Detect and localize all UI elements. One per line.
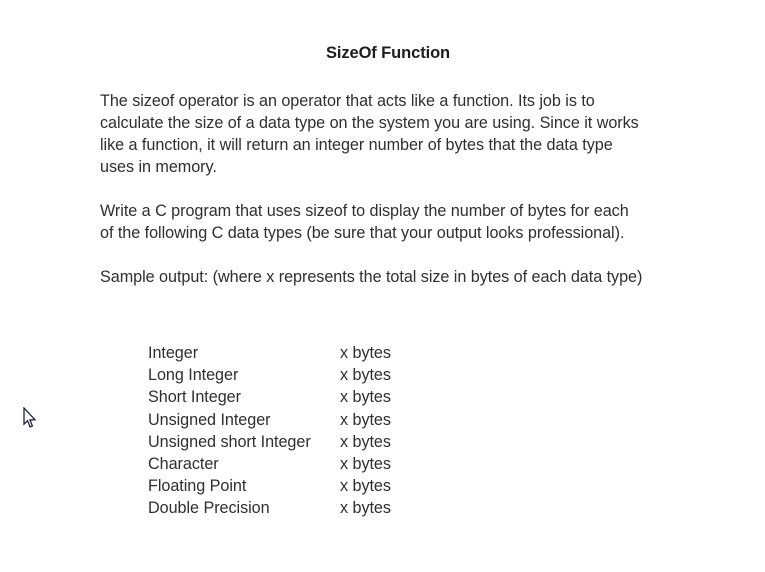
table-row: Integer x bytes <box>148 342 450 364</box>
table-row: Unsigned short Integer x bytes <box>148 431 450 453</box>
table-row: Unsigned Integer x bytes <box>148 409 450 431</box>
paragraph-line: like a function, it will return an integ… <box>100 136 613 154</box>
sample-output-table: Integer x bytes Long Integer x bytes Sho… <box>148 342 450 520</box>
data-type-size: x bytes <box>340 366 391 385</box>
mouse-pointer-icon <box>23 406 39 430</box>
data-type-label: Unsigned short Integer <box>148 432 311 451</box>
paragraph-line: uses in memory. <box>100 158 217 176</box>
data-type-size: x bytes <box>340 499 391 518</box>
page-title: SizeOf Function <box>325 44 451 62</box>
paragraph-sample-note: Sample output: (where x represents the t… <box>100 266 700 288</box>
paragraph-intro: The sizeof operator is an operator that … <box>100 90 700 178</box>
document-page: SizeOf Function The sizeof operator is a… <box>0 0 765 572</box>
data-type-size: x bytes <box>340 388 391 407</box>
table-row: Floating Point x bytes <box>148 475 450 497</box>
data-type-label: Floating Point <box>148 477 247 496</box>
data-type-label: Long Integer <box>148 366 239 385</box>
paragraph-line: Write a C program that uses sizeof to di… <box>100 202 629 220</box>
table-row: Double Precision x bytes <box>148 497 450 519</box>
paragraph-line: of the following C data types (be sure t… <box>100 224 625 242</box>
table-row: Character x bytes <box>148 453 450 475</box>
data-type-label: Integer <box>148 344 199 362</box>
data-type-size: x bytes <box>340 477 391 496</box>
document-body: The sizeof operator is an operator that … <box>100 90 700 288</box>
data-type-label: Unsigned Integer <box>148 410 271 429</box>
sample-output-body: Integer x bytes Long Integer x bytes Sho… <box>148 342 450 520</box>
data-type-size: x bytes <box>340 344 391 362</box>
data-type-size: x bytes <box>340 432 391 451</box>
paragraph-line: The sizeof operator is an operator that … <box>100 92 595 110</box>
data-type-label: Character <box>148 455 219 474</box>
table-row: Long Integer x bytes <box>148 364 450 386</box>
data-type-size: x bytes <box>340 410 391 429</box>
paragraph-assignment: Write a C program that uses sizeof to di… <box>100 200 700 244</box>
paragraph-line: Sample output: (where x represents the t… <box>100 268 643 286</box>
paragraph-line: calculate the size of a data type on the… <box>100 114 639 132</box>
table-row: Short Integer x bytes <box>148 386 450 408</box>
data-type-label: Short Integer <box>148 388 241 407</box>
data-type-size: x bytes <box>340 455 391 474</box>
data-type-label: Double Precision <box>148 499 270 518</box>
